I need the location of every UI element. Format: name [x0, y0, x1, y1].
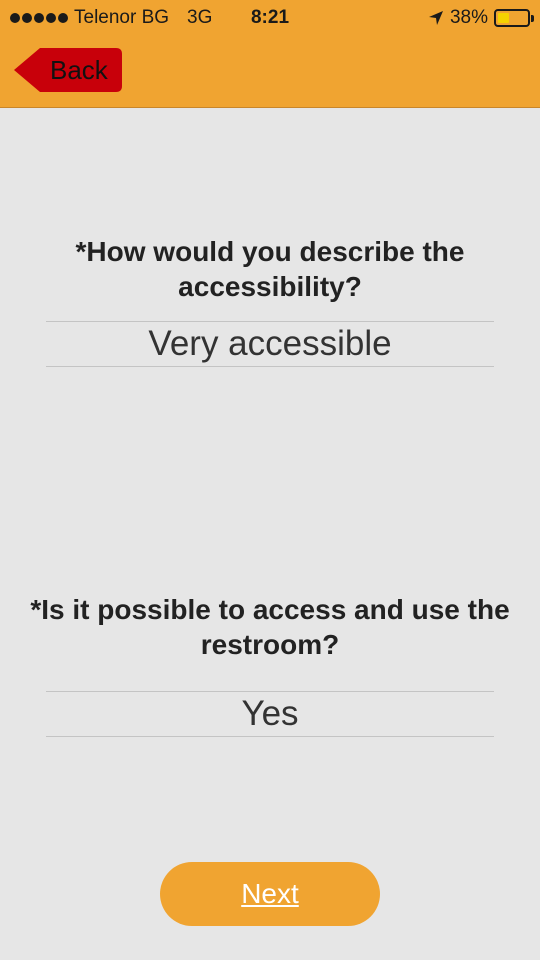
signal-dots-icon	[10, 13, 68, 23]
next-button[interactable]: Next	[160, 862, 380, 926]
network-type: 3G	[187, 7, 213, 28]
back-button[interactable]: Back	[12, 46, 124, 94]
status-right: 38%	[428, 7, 534, 29]
question-accessibility: *How would you describe the accessibilit…	[75, 236, 465, 302]
carrier-name: Telenor BG	[74, 7, 170, 28]
battery-percent: 38%	[449, 7, 488, 28]
status-bar: Telenor BG 3G 8:21 38%	[0, 0, 540, 36]
header-bar: Telenor BG 3G 8:21 38% Back	[0, 0, 540, 108]
battery-fill	[498, 13, 509, 23]
status-left: Telenor BG 3G	[10, 7, 212, 29]
location-arrow-icon	[428, 11, 443, 25]
answer-accessibility-picker[interactable]: Very accessible	[46, 321, 494, 367]
answer-restroom-picker[interactable]: Yes	[46, 691, 494, 737]
question-restroom: *Is it possible to access and use the re…	[30, 594, 510, 660]
battery-icon	[494, 9, 534, 27]
back-label: Back	[50, 55, 108, 85]
